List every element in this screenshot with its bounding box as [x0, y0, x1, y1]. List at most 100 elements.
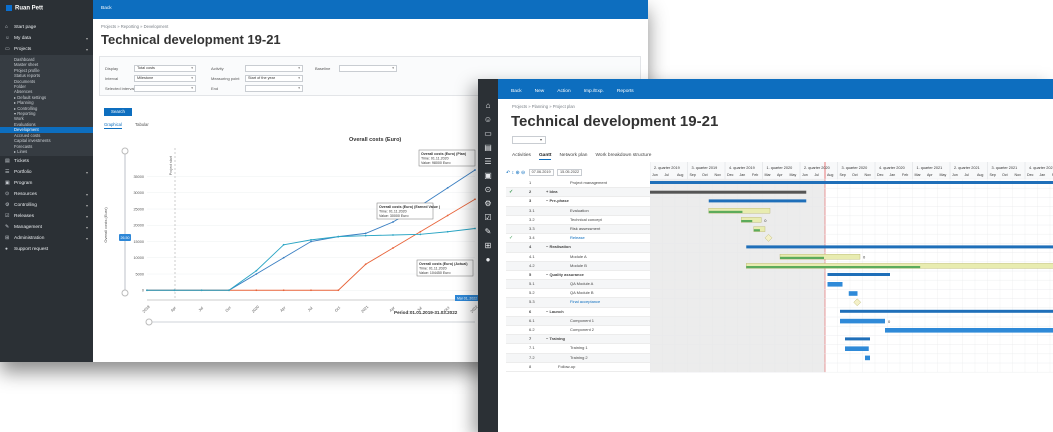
task-row[interactable]: 3.1 Evaluation — [506, 206, 650, 216]
series-point — [200, 289, 203, 292]
tab-2[interactable]: Network plan — [559, 153, 587, 158]
sidebar-item-1[interactable]: ☺ My data ▾ — [0, 33, 93, 44]
task-row[interactable]: ✓ 3.4 Release — [506, 234, 650, 244]
task-name: Training 2 — [570, 354, 588, 360]
task-row[interactable]: 5.2 QA Module B — [506, 289, 650, 299]
task-row[interactable]: 5.1 QA Module A — [506, 280, 650, 290]
sidebar-item-2[interactable]: ▭ Projects ▾ — [0, 44, 93, 55]
nav-icon[interactable]: ✎ — [478, 225, 498, 239]
logo-icon — [6, 5, 12, 11]
month-label: Oct — [702, 173, 708, 177]
sidebar-item-4[interactable]: ☰ Portfolio ▾ — [0, 167, 93, 178]
period-label: Period:01.01.2019-31.03.2022 — [394, 310, 458, 315]
task-row[interactable]: ✓ 2 + Idea — [506, 188, 650, 198]
series-point — [419, 230, 422, 233]
sidebar-item-label: Management — [14, 225, 42, 231]
task-name: Final acceptance — [570, 299, 601, 305]
sidebar-item-label: Controlling — [14, 203, 37, 209]
task-row[interactable]: 6.1 Component 1 — [506, 316, 650, 326]
task-row[interactable]: 7.2 Training 2 — [506, 353, 650, 363]
end-select[interactable]: ▾ — [245, 85, 303, 92]
nav-icon[interactable]: ▣ — [478, 169, 498, 183]
sidebar-item-9[interactable]: ✎ Management ▾ — [0, 222, 93, 233]
sidebar-item-5[interactable]: ▣ Program — [0, 178, 93, 189]
nav-icon[interactable]: ☺ — [478, 113, 498, 127]
task-row[interactable]: 3.2 Technical concept — [506, 216, 650, 225]
sidebar-item-0[interactable]: ⌂ Start page — [0, 22, 93, 33]
project-select[interactable]: ▾ — [512, 136, 546, 144]
tab-tabular[interactable]: Tabular — [135, 122, 149, 127]
phase-bar — [650, 190, 807, 194]
front-breadcrumb[interactable]: Projects » Planning » Project plan — [512, 104, 575, 109]
menu-item[interactable]: Back — [511, 82, 522, 102]
display-select[interactable]: Total costs ▾ — [134, 65, 196, 72]
measuring-point-select[interactable]: Start of the year ▾ — [245, 75, 303, 82]
sidebar-item-6[interactable]: ⊙ Resources ▾ — [0, 189, 93, 200]
submenu-item[interactable]: ▸ Lines — [0, 149, 93, 154]
series-point — [419, 233, 422, 236]
selected-interval-select[interactable]: ▾ — [134, 85, 196, 92]
date-from-input[interactable]: 07.06.2019 — [528, 169, 554, 176]
search-button[interactable]: Search — [104, 108, 132, 116]
nav-icon[interactable]: ☰ — [478, 155, 498, 169]
sidebar-item-11[interactable]: ● Support request — [0, 244, 93, 255]
task-row[interactable]: 8 Follow-up — [506, 363, 650, 372]
month-label: Jan — [740, 173, 746, 177]
sidebar-item-8[interactable]: ☑ Releases ▾ — [0, 211, 93, 222]
nav-icon[interactable]: ▭ — [478, 127, 498, 141]
task-row[interactable]: 5 − Quality assurance — [506, 271, 650, 281]
breadcrumb[interactable]: Projects » Reporting » Development — [101, 24, 168, 29]
sidebar-item-label: Administration — [14, 236, 45, 242]
month-label: Aug — [677, 173, 683, 177]
task-row[interactable]: 3.3 Risk assessment — [506, 224, 650, 235]
activity-select[interactable]: ▾ — [245, 65, 303, 72]
x-tick-label: 2021 — [361, 305, 370, 314]
menu-item[interactable]: Reports — [617, 82, 634, 102]
task-row[interactable]: 4.1 Module A — [506, 253, 650, 262]
task-number: 6.2 — [529, 327, 535, 332]
interval-select[interactable]: Milestone ▾ — [134, 75, 196, 82]
tooltip-title: Overall costs (Euro) (Actual) — [419, 262, 468, 266]
task-name: − Realisation — [546, 244, 571, 250]
nav-icon[interactable]: ● — [478, 253, 498, 267]
series-point — [228, 289, 230, 292]
task-number: 6 — [529, 308, 532, 314]
summary-bar — [827, 273, 890, 276]
tab-3[interactable]: Work breakdown structure — [595, 153, 651, 158]
series-point — [255, 269, 258, 272]
task-row[interactable]: 7 − Training — [506, 335, 650, 345]
task-number: 3.4 — [529, 235, 535, 241]
task-row[interactable]: 5.3 Final acceptance — [506, 298, 650, 308]
nav-icon[interactable]: ⌂ — [478, 99, 498, 113]
baseline-label: Baseline — [315, 66, 331, 71]
nav-icon[interactable]: ⊞ — [478, 239, 498, 253]
month-label: Jul — [965, 173, 970, 177]
task-row[interactable]: 4.2 Module B — [506, 261, 650, 271]
date-to-input[interactable]: 15.05.2022 — [557, 169, 583, 176]
sidebar-item-10[interactable]: ⊞ Administration ▾ — [0, 233, 93, 244]
zoom-tools-icon[interactable]: ↶ ↕ ⊕ ⊖ — [506, 170, 525, 176]
nav-icon[interactable]: ☑ — [478, 211, 498, 225]
menu-item[interactable]: New — [535, 82, 545, 102]
task-row[interactable]: 4 − Realisation — [506, 243, 650, 253]
nav-icon[interactable]: ⊙ — [478, 183, 498, 197]
tab-1[interactable]: Gantt — [538, 153, 552, 160]
menu-item[interactable]: Imp./Exp. — [584, 82, 604, 102]
month-label: Sep — [990, 173, 996, 177]
task-row[interactable]: 7.1 Training 1 — [506, 344, 650, 354]
task-row[interactable]: 1 Project management — [506, 179, 650, 189]
task-row[interactable]: 6.2 Component 2 — [506, 326, 650, 336]
nav-icon[interactable]: ▤ — [478, 141, 498, 155]
menu-item[interactable]: Action — [557, 82, 570, 102]
baseline-select[interactable]: ▾ — [339, 65, 397, 72]
tab-graphical[interactable]: Graphical — [104, 122, 122, 129]
back-link[interactable]: Back — [101, 6, 112, 11]
gantt-chart: 2. quarter 2019 3. quarter 2019 4. quarter… — [650, 162, 1053, 373]
nav-icon[interactable]: ⚙ — [478, 197, 498, 211]
summary-bar — [746, 245, 1053, 249]
task-row[interactable]: 3 − Pre-phase — [506, 197, 650, 207]
sidebar-item-3[interactable]: ▤ Tickets — [0, 156, 93, 167]
sidebar-item-7[interactable]: ⚙ Controlling ▾ — [0, 200, 93, 211]
tab-0[interactable]: Activities — [512, 153, 531, 158]
task-row[interactable]: 6 − Launch — [506, 308, 650, 317]
